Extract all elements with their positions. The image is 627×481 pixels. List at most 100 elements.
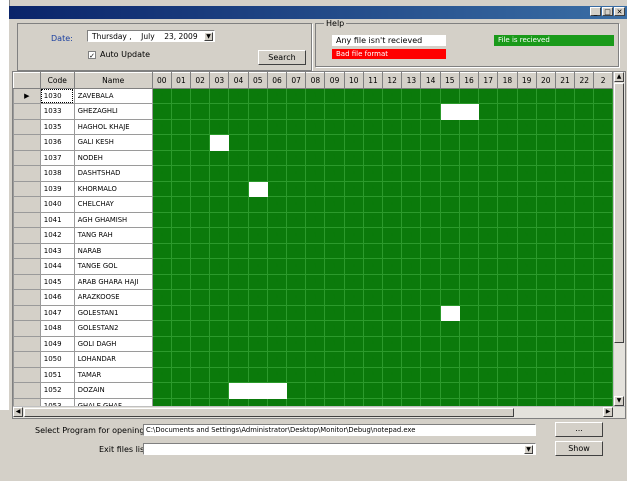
status-cell-received[interactable]: 1: [439, 273, 460, 290]
status-cell-received[interactable]: 1: [382, 335, 403, 352]
status-cell-received[interactable]: 1: [554, 304, 576, 321]
status-cell-received[interactable]: 1: [190, 118, 211, 135]
status-cell-received[interactable]: 1: [420, 180, 441, 197]
status-cell-received[interactable]: 1: [401, 335, 422, 352]
status-cell-received[interactable]: 1: [228, 180, 249, 197]
status-cell-received[interactable]: 1: [401, 258, 422, 275]
station-name[interactable]: TANG RAH: [73, 227, 153, 244]
status-cell-received[interactable]: 1: [574, 366, 595, 383]
status-cell-received[interactable]: 1: [324, 180, 345, 197]
status-cell-received[interactable]: 1: [497, 273, 518, 290]
status-cell-received[interactable]: 1: [343, 320, 364, 337]
status-cell-received[interactable]: 1: [420, 87, 441, 104]
status-cell-received[interactable]: 1: [439, 180, 460, 197]
status-cell-received[interactable]: 1: [151, 227, 172, 244]
status-cell-received[interactable]: 1: [401, 134, 422, 151]
status-cell-received[interactable]: 1: [286, 118, 307, 135]
status-cell-received[interactable]: 1: [401, 351, 422, 368]
status-cell-received[interactable]: 1: [382, 273, 403, 290]
status-cell-received[interactable]: 1: [266, 320, 288, 337]
status-cell-received[interactable]: 1: [209, 180, 230, 197]
status-cell-received[interactable]: 1: [324, 382, 345, 399]
status-cell-received[interactable]: 1: [401, 273, 422, 290]
status-cell-received[interactable]: 1: [151, 87, 172, 104]
status-cell-received[interactable]: 1: [343, 227, 364, 244]
close-button[interactable]: ✕: [614, 7, 625, 16]
status-cell-received[interactable]: 1: [362, 397, 384, 406]
status-cell-received[interactable]: 1: [420, 134, 441, 151]
status-cell-received[interactable]: 1: [458, 335, 480, 352]
status-cell-received[interactable]: 1: [209, 320, 230, 337]
row-selector[interactable]: [13, 273, 41, 290]
status-cell-received[interactable]: 1: [305, 180, 326, 197]
status-cell-received[interactable]: 1: [420, 320, 441, 337]
station-code[interactable]: 1046: [39, 289, 75, 306]
status-cell-received[interactable]: 1: [497, 304, 518, 321]
column-header-hour[interactable]: 17: [478, 72, 499, 89]
status-cell-received[interactable]: 1: [247, 258, 268, 275]
status-cell-received[interactable]: 1: [151, 289, 172, 306]
table-row[interactable]: 1042 TANG RAH 1 1 1 1 1 1 1 1 1 1 1 1 1 1 1 1 1 1 1 1 1 1 1 1: [13, 227, 613, 244]
status-cell-received[interactable]: 1: [554, 118, 576, 135]
status-cell-received[interactable]: 1: [190, 242, 211, 259]
status-cell-received[interactable]: 1: [362, 149, 384, 166]
status-cell-received[interactable]: 1: [478, 366, 499, 383]
table-row[interactable]: 1047 GOLESTAN1 1 1 1 1 1 1 1 1 1 1 1 1 1 1 1 1 1 1 1 1 1 1 1 1: [13, 304, 613, 321]
status-cell-received[interactable]: 1: [362, 289, 384, 306]
status-cell-received[interactable]: 1: [516, 320, 537, 337]
status-cell-received[interactable]: 1: [324, 366, 345, 383]
column-header-hour[interactable]: 12: [382, 72, 403, 89]
status-cell-received[interactable]: 1: [305, 304, 326, 321]
status-cell-received[interactable]: 1: [170, 227, 192, 244]
status-cell-received[interactable]: 1: [574, 397, 595, 406]
column-header-code[interactable]: Code: [39, 72, 75, 89]
status-cell-received[interactable]: 1: [247, 304, 268, 321]
status-cell-received[interactable]: 1: [228, 87, 249, 104]
status-cell-received[interactable]: 1: [478, 165, 499, 182]
status-cell-received[interactable]: 1: [170, 118, 192, 135]
status-cell-received[interactable]: 1: [478, 134, 499, 151]
column-header-hour[interactable]: 02: [190, 72, 211, 89]
scroll-left-icon[interactable]: ◀: [13, 407, 23, 417]
table-row[interactable]: 1051 TAMAR 1 1 1 1 1 1 1 1 1 1 1 1 1 1 1 1 1 1 1 1 1 1 1 1: [13, 366, 613, 383]
status-cell-received[interactable]: 1: [516, 335, 537, 352]
status-cell-received[interactable]: 1: [190, 180, 211, 197]
status-cell-received[interactable]: 1: [362, 335, 384, 352]
station-name[interactable]: GHALE GHAF: [73, 397, 153, 406]
status-cell-received[interactable]: 1: [554, 320, 576, 337]
status-cell-missing[interactable]: 1: [228, 382, 249, 399]
table-row[interactable]: 1036 GALI KESH 1 1 1 1 1 1 1 1 1 1 1 1 1 1 1 1 1 1 1 1 1 1 1 1: [13, 134, 613, 151]
status-cell-received[interactable]: 1: [439, 397, 460, 406]
status-cell-received[interactable]: 1: [305, 196, 326, 213]
status-cell-received[interactable]: 1: [209, 304, 230, 321]
status-cell-received[interactable]: 1: [305, 149, 326, 166]
status-cell-received[interactable]: 1: [247, 87, 268, 104]
status-cell-received[interactable]: 1: [209, 87, 230, 104]
status-cell-received[interactable]: 1: [497, 335, 518, 352]
row-selector[interactable]: [13, 320, 41, 337]
status-cell-received[interactable]: 1: [266, 87, 288, 104]
status-cell-received[interactable]: 1: [228, 149, 249, 166]
status-cell-received[interactable]: 1: [516, 273, 537, 290]
status-cell-received[interactable]: 1: [228, 211, 249, 228]
status-cell-received[interactable]: 1: [516, 134, 537, 151]
status-cell-received[interactable]: 1: [286, 320, 307, 337]
status-cell-received[interactable]: 1: [535, 366, 556, 383]
status-cell-received[interactable]: 1: [516, 196, 537, 213]
status-cell-received[interactable]: 1: [382, 165, 403, 182]
status-cell-received[interactable]: 1: [170, 289, 192, 306]
status-cell-received[interactable]: 1: [535, 227, 556, 244]
station-code[interactable]: 1035: [39, 118, 75, 135]
status-cell-received[interactable]: 1: [266, 165, 288, 182]
station-code[interactable]: 1033: [39, 103, 75, 120]
status-cell-received[interactable]: 1: [535, 103, 556, 120]
status-cell-received[interactable]: 1: [420, 118, 441, 135]
status-cell-received[interactable]: 1: [343, 289, 364, 306]
station-code[interactable]: 1044: [39, 258, 75, 275]
status-cell-received[interactable]: 1: [305, 134, 326, 151]
status-cell-received[interactable]: 1: [554, 165, 576, 182]
status-cell-received[interactable]: 1: [343, 397, 364, 406]
column-header-hour[interactable]: 15: [439, 72, 460, 89]
status-cell-missing[interactable]: 1: [439, 304, 460, 321]
table-row[interactable]: 1041 AGH GHAMISH 1 1 1 1 1 1 1 1 1 1 1 1 1 1 1 1 1 1 1 1 1 1 1 1: [13, 211, 613, 228]
